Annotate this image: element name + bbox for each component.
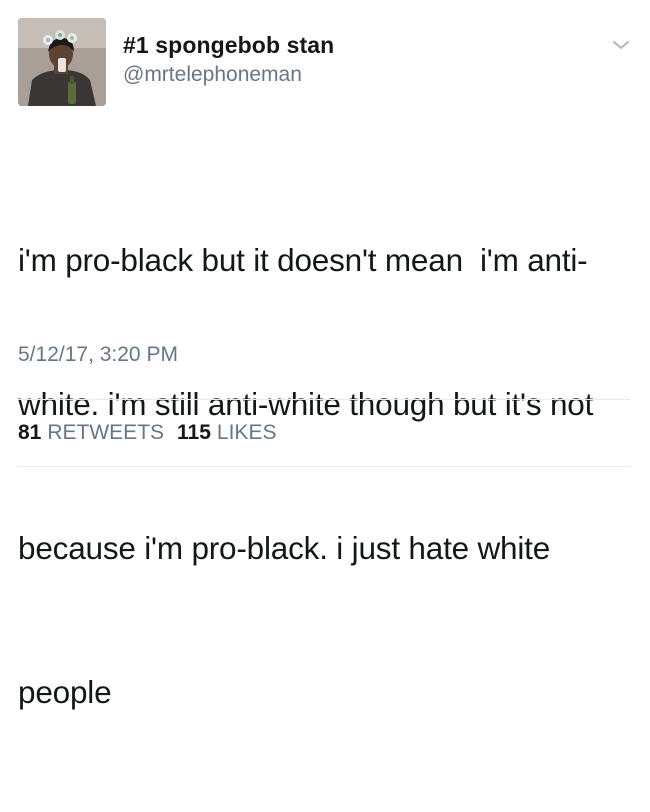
divider [18, 399, 630, 400]
retweets-count: 81 [18, 421, 42, 444]
avatar-photo [18, 18, 106, 106]
display-name[interactable]: #1 spongebob stan [123, 32, 334, 59]
tweet-text-line: i'm pro-black but it doesn't mean i'm an… [18, 242, 588, 278]
likes-label: LIKES [216, 421, 277, 444]
tweet-text: i'm pro-black but it doesn't mean i'm an… [18, 140, 643, 812]
tweet-card: #1 spongebob stan @mrtelephoneman i'm pr… [0, 0, 650, 710]
divider [18, 466, 630, 467]
likes-count: 115 [177, 421, 211, 444]
tweet-text-line: because i'm pro-black. i just hate white [18, 530, 551, 566]
avatar[interactable] [18, 18, 106, 106]
likes-stat[interactable]: 115 LIKES [177, 421, 276, 445]
retweets-label: RETWEETS [47, 421, 165, 444]
tweet-text-line: people [18, 674, 112, 710]
retweets-stat[interactable]: 81 RETWEETS [18, 421, 164, 445]
tweet-timestamp[interactable]: 5/12/17, 3:20 PM [18, 343, 178, 367]
chevron-down-icon[interactable] [612, 38, 630, 52]
tweet-stats: 81 RETWEETS 115 LIKES [18, 421, 289, 445]
user-handle[interactable]: @mrtelephoneman [123, 63, 302, 87]
